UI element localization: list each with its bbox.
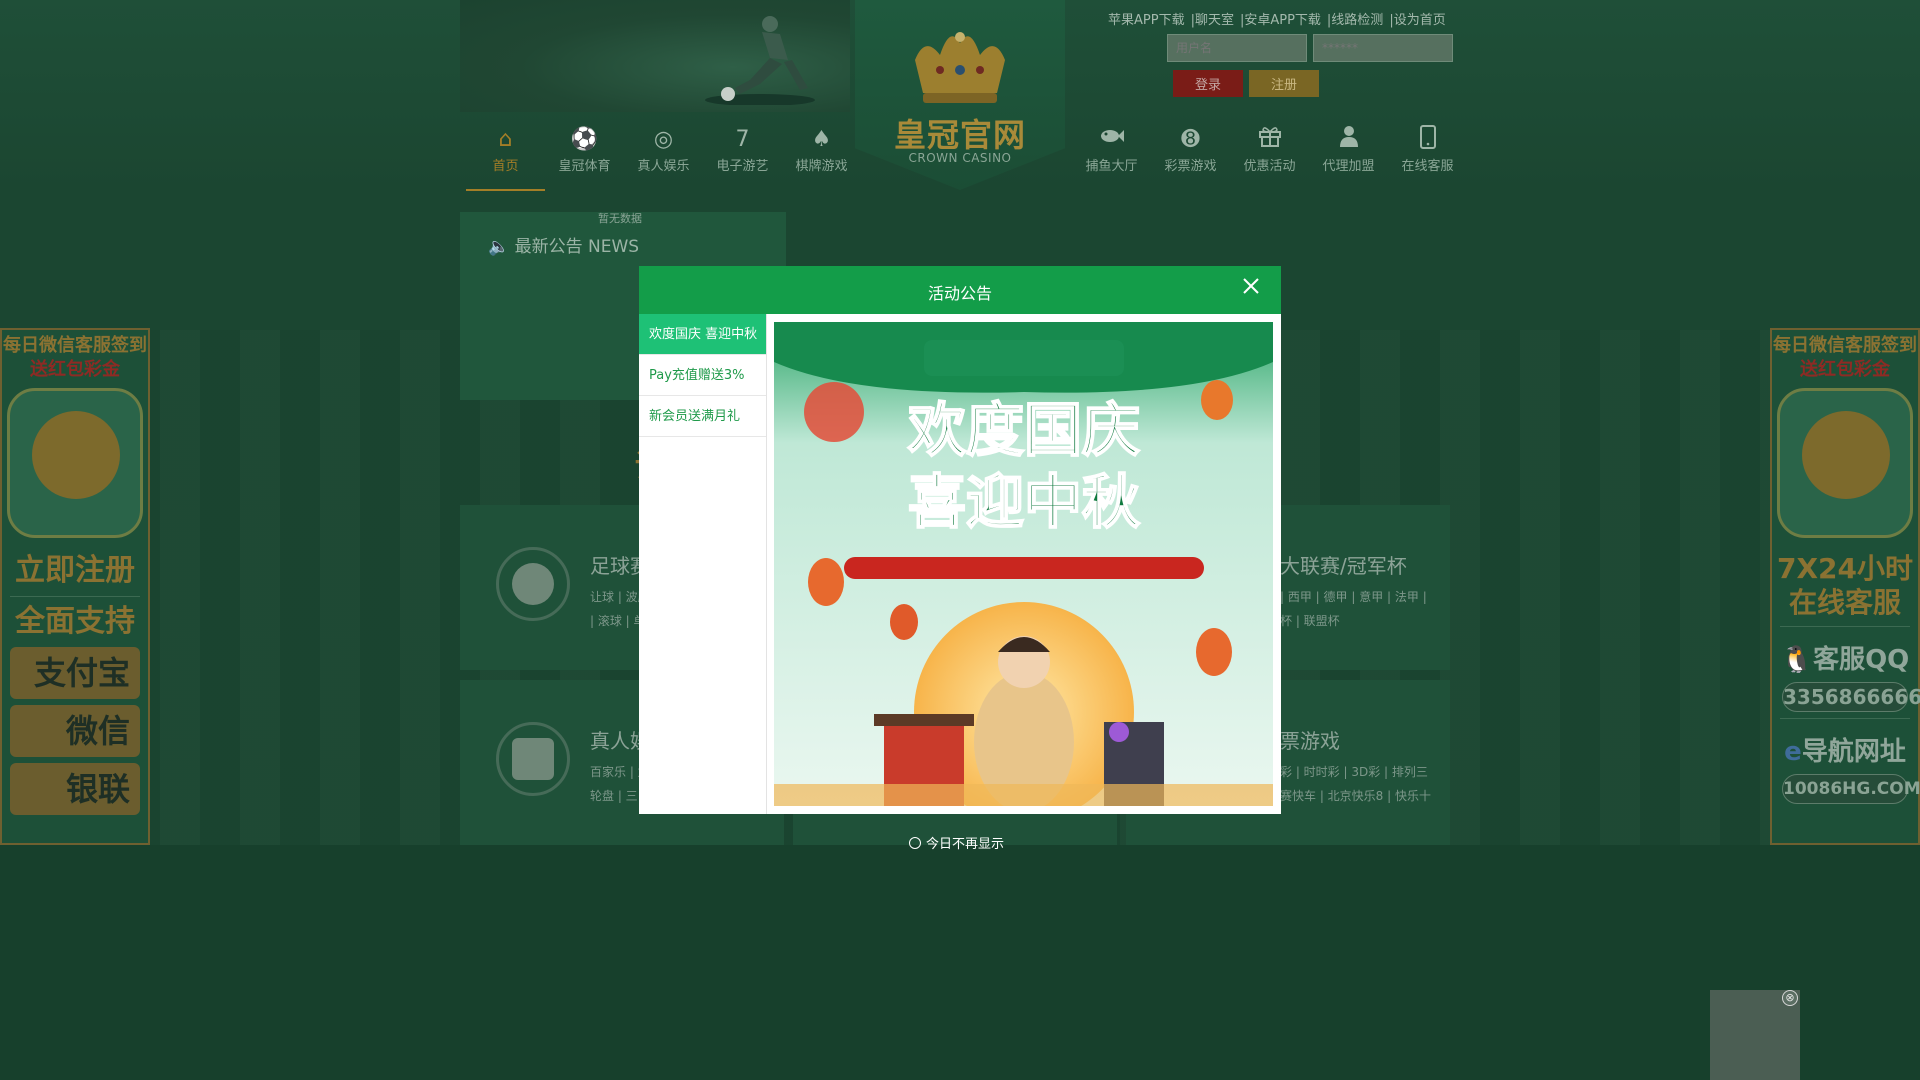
dont-show-today-option[interactable]: 今日不再显示 <box>909 833 1004 852</box>
radio-button[interactable] <box>909 836 921 849</box>
modal-header: 活动公告 <box>639 266 1281 314</box>
svg-text:欢度国庆: 欢度国庆 <box>907 396 1140 464</box>
modal-body: 欢度国庆 喜迎中秋 Pay充值赠送3% 新会员送满月礼 欢度国庆 喜迎中秋 <box>639 314 1281 814</box>
activity-announcement-modal: 活动公告 欢度国庆 喜迎中秋 Pay充值赠送3% 新会员送满月礼 欢度国庆 喜迎… <box>639 266 1281 814</box>
tab-pay-bonus[interactable]: Pay充值赠送3% <box>639 355 766 396</box>
announcement-tab-list: 欢度国庆 喜迎中秋 Pay充值赠送3% 新会员送满月礼 <box>639 314 767 814</box>
promo-banner-image: 欢度国庆 喜迎中秋 <box>774 322 1273 806</box>
tab-new-member[interactable]: 新会员送满月礼 <box>639 396 766 437</box>
close-icon[interactable] <box>1239 276 1263 300</box>
tab-national-day[interactable]: 欢度国庆 喜迎中秋 <box>639 314 766 355</box>
promo-banner-art: 欢度国庆 喜迎中秋 <box>774 322 1273 806</box>
dont-show-label: 今日不再显示 <box>926 837 1005 852</box>
svg-text:喜迎中秋: 喜迎中秋 <box>908 468 1140 536</box>
modal-title: 活动公告 <box>927 284 992 303</box>
